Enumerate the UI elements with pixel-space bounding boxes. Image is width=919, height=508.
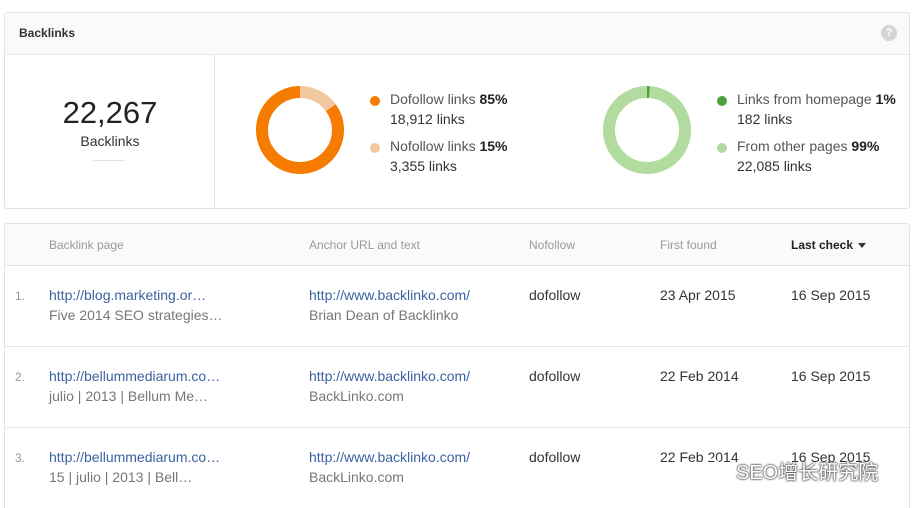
total-backlinks-label: Backlinks [80, 133, 140, 149]
backlink-page-title: Five 2014 SEO strategies… [49, 307, 223, 323]
other-pages-segment [603, 86, 691, 174]
legend-nofollow-title: Nofollow links 15% [390, 138, 508, 154]
column-nofollow[interactable]: Nofollow [529, 238, 575, 252]
total-backlinks-count: 22,267 [62, 95, 158, 130]
other-pages-color-dot [717, 143, 727, 153]
legend-dofollow-title: Dofollow links 85% [390, 91, 508, 107]
anchor-url[interactable]: http://www.backlinko.com/ [309, 287, 470, 303]
column-backlink-page[interactable]: Backlink page [49, 238, 124, 252]
backlink-page-url[interactable]: http://blog.marketing.or… [49, 287, 206, 303]
watermark-text: SEO增长研究院 [736, 462, 879, 484]
anchor-text: BackLinko.com [309, 388, 404, 404]
wechat-icon [701, 458, 729, 479]
wechat-watermark: SEO增长研究院 [700, 455, 900, 485]
first-found-date: 22 Feb 2014 [660, 368, 739, 384]
divider [93, 160, 125, 161]
last-check-date: 16 Sep 2015 [791, 368, 871, 384]
first-found-date: 23 Apr 2015 [660, 287, 736, 303]
last-check-date: 16 Sep 2015 [791, 287, 871, 303]
panel-header: Backlinks ? [5, 13, 909, 55]
follow-status: dofollow [529, 287, 581, 303]
legend-homepage-count: 182 links [737, 111, 793, 127]
table-header: Backlink page Anchor URL and text Nofoll… [5, 224, 909, 266]
backlinks-panel: Backlinks ? 22,267 Backlinks Dofollow li… [4, 12, 910, 210]
row-number: 3. [15, 451, 26, 465]
homepage-color-dot [717, 96, 727, 106]
backlink-page-title: julio | 2013 | Bellum Me… [49, 388, 209, 404]
link-source-donut-chart [603, 86, 691, 174]
legend-nofollow-count: 3,355 links [390, 158, 457, 174]
legend-dofollow-count: 18,912 links [390, 111, 465, 127]
nofollow-color-dot [370, 143, 380, 153]
column-last-check[interactable]: Last check [791, 238, 867, 252]
anchor-text: Brian Dean of Backlinko [309, 307, 459, 323]
caret-down-icon [858, 243, 867, 249]
anchor-url[interactable]: http://www.backlinko.com/ [309, 449, 470, 465]
table-row: 1. http://blog.marketing.or… Five 2014 S… [5, 265, 909, 347]
backlink-page-url[interactable]: http://bellummediarum.co… [49, 368, 220, 384]
question-icon[interactable]: ? [881, 25, 897, 41]
dofollow-donut-chart [256, 86, 344, 174]
anchor-url[interactable]: http://www.backlinko.com/ [309, 368, 470, 384]
panel-title: Backlinks [19, 26, 76, 40]
legend-other-pages-count: 22,085 links [737, 158, 812, 174]
follow-status: dofollow [529, 368, 581, 384]
table-row: 2. http://bellummediarum.co… julio | 201… [5, 346, 909, 428]
dofollow-color-dot [370, 96, 380, 106]
legend-homepage-title: Links from homepage 1% [737, 91, 896, 107]
total-backlinks: 22,267 Backlinks [5, 55, 215, 210]
anchor-text: BackLinko.com [309, 469, 404, 485]
backlink-page-url[interactable]: http://bellummediarum.co… [49, 449, 220, 465]
follow-status: dofollow [529, 449, 581, 465]
column-first-found[interactable]: First found [660, 238, 717, 252]
backlink-page-title: 15 | julio | 2013 | Bell… [49, 469, 193, 485]
row-number: 2. [15, 370, 26, 384]
panel-body: 22,267 Backlinks Dofollow links 85% 18,9… [5, 55, 909, 210]
row-number: 1. [15, 289, 26, 303]
column-anchor[interactable]: Anchor URL and text [309, 238, 420, 252]
legend-other-pages-title: From other pages 99% [737, 138, 880, 154]
